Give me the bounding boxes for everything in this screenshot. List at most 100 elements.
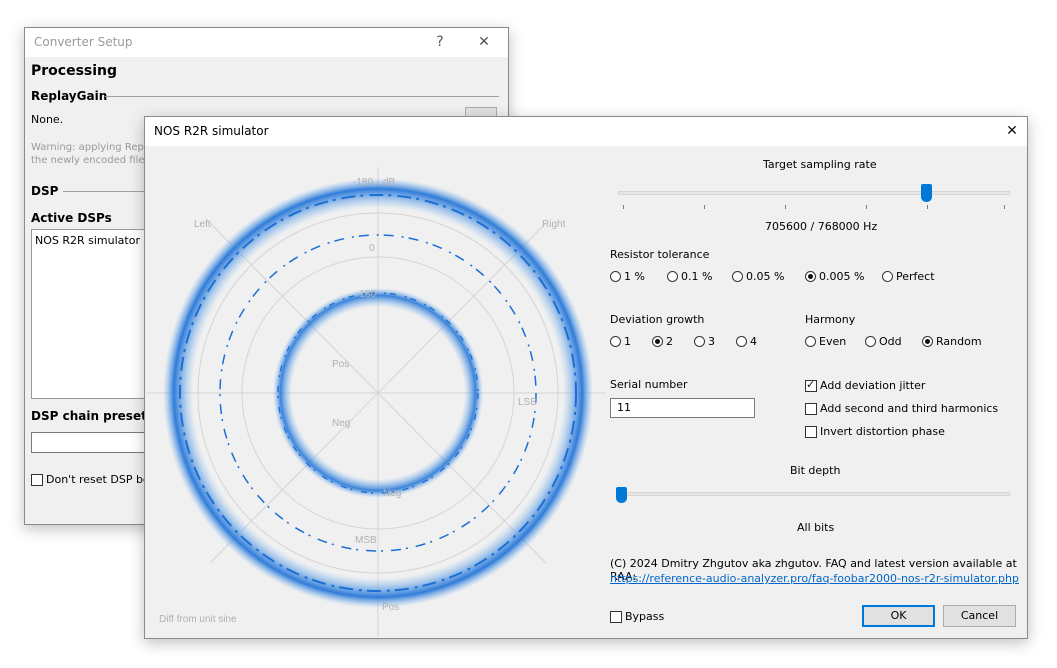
bypass-checkbox[interactable]: Bypass — [610, 610, 664, 623]
deviation-growth-label: Deviation growth — [610, 313, 705, 326]
target-rate-slider-thumb[interactable] — [921, 184, 932, 202]
harmony-option-even[interactable]: Even — [805, 335, 846, 348]
dsp-heading: DSP — [31, 184, 59, 198]
radio-label: 0.1 % — [681, 270, 713, 283]
bit-depth-label: Bit depth — [790, 464, 841, 477]
radio-dot[interactable] — [805, 336, 816, 347]
radio-dot[interactable] — [882, 271, 893, 282]
nos-title: NOS R2R simulator — [154, 124, 269, 138]
target-rate-tick — [1004, 205, 1005, 209]
radio-dot[interactable] — [736, 336, 747, 347]
target-rate-tick — [704, 205, 705, 209]
target-rate-tick — [866, 205, 867, 209]
checkbox-box[interactable] — [805, 402, 817, 415]
harmony-option-odd[interactable]: Odd — [865, 335, 902, 348]
radio-dot[interactable] — [922, 336, 933, 347]
radio-label: 1 — [624, 335, 631, 348]
harmony-option-random[interactable]: Random — [922, 335, 982, 348]
radio-label: 3 — [708, 335, 715, 348]
resistor-option-1[interactable]: 1 % — [610, 270, 645, 283]
plot-label-inner-scale: -180 — [356, 289, 376, 300]
deviation-option-1[interactable]: 1 — [610, 335, 631, 348]
inner-ring-trace — [273, 288, 483, 498]
credit-link[interactable]: https://reference-audio-analyzer.pro/faq… — [610, 572, 1019, 585]
target-rate-label: Target sampling rate — [763, 158, 877, 171]
radio-label: Even — [819, 335, 847, 348]
target-rate-tick — [785, 205, 786, 209]
dsp-chain-presets-label: DSP chain presets — [31, 409, 154, 423]
radio-label: 2 — [666, 335, 673, 348]
radio-label: 0.05 % — [746, 270, 785, 283]
radio-dot[interactable] — [805, 271, 816, 282]
converter-setup-titlebar: Converter Setup ? ✕ — [25, 28, 508, 57]
resistor-option-3[interactable]: 0.05 % — [732, 270, 784, 283]
checkbox-label: Add deviation jitter — [820, 379, 926, 392]
resistor-option-2[interactable]: 0.1 % — [667, 270, 712, 283]
checkbox-label: Invert distortion phase — [820, 425, 945, 438]
nos-r2r-dialog: NOS R2R simulator ✕ -180 dB Left Right 0… — [144, 116, 1028, 639]
checkbox-box[interactable] — [805, 378, 817, 392]
close-icon[interactable]: ✕ — [1001, 121, 1023, 141]
help-button[interactable]: ? — [429, 32, 451, 52]
radio-dot[interactable] — [610, 336, 621, 347]
warning-line-2: the newly encoded file, — [31, 155, 148, 166]
deviation-option-3[interactable]: 3 — [694, 335, 715, 348]
add-harmonics-checkbox[interactable]: Add second and third harmonics — [805, 402, 998, 415]
radio-label: Perfect — [896, 270, 935, 283]
nos-titlebar: NOS R2R simulator ✕ — [145, 117, 1027, 146]
target-rate-tick — [927, 205, 928, 209]
resistor-tolerance-label: Resistor tolerance — [610, 248, 710, 261]
radio-label: 1 % — [624, 270, 645, 283]
radio-dot[interactable] — [865, 336, 876, 347]
converter-setup-title: Converter Setup — [34, 35, 133, 49]
processing-heading: Processing — [31, 63, 118, 79]
radio-dot[interactable] — [610, 271, 621, 282]
radio-label: Odd — [879, 335, 902, 348]
invert-distortion-phase-checkbox[interactable]: Invert distortion phase — [805, 425, 945, 438]
plot-label-neg-upper: Neg — [332, 418, 350, 429]
serial-number-label: Serial number — [610, 378, 688, 391]
deviation-option-2[interactable]: 2 — [652, 335, 673, 348]
deviation-option-4[interactable]: 4 — [736, 335, 757, 348]
dont-reset-box[interactable] — [31, 473, 43, 486]
checkbox-label: Bypass — [625, 610, 665, 623]
radio-dot[interactable] — [732, 271, 743, 282]
plot-label-top-scale: -180 — [353, 177, 373, 188]
plot-label-left: Left — [194, 219, 211, 230]
plot-label-right: Right — [542, 219, 566, 230]
close-icon[interactable]: ✕ — [473, 32, 495, 52]
warning-line-1: Warning: applying Replay — [31, 142, 159, 153]
replaygain-divider — [105, 96, 499, 97]
ok-button[interactable]: OK — [862, 605, 935, 627]
checkbox-box[interactable] — [805, 425, 817, 438]
plot-caption: Diff from unit sine — [159, 614, 237, 625]
bit-depth-value: All bits — [797, 521, 835, 534]
radio-label: 0.005 % — [819, 270, 865, 283]
replaygain-value: None. — [31, 113, 64, 126]
target-rate-tick — [623, 205, 624, 209]
distortion-plot: -180 dB Left Right 0 -180 Pos Neg LSB Ne… — [146, 167, 606, 637]
radio-dot[interactable] — [694, 336, 705, 347]
cancel-button[interactable]: Cancel — [943, 605, 1016, 627]
bit-depth-track[interactable] — [618, 492, 1010, 496]
bit-depth-slider-thumb[interactable] — [616, 487, 627, 503]
target-rate-value: 705600 / 768000 Hz — [765, 220, 878, 233]
radio-dot[interactable] — [667, 271, 678, 282]
checkbox-box[interactable] — [610, 610, 622, 623]
serial-number-input[interactable]: 11 — [610, 398, 755, 418]
checkbox-label: Add second and third harmonics — [820, 402, 999, 415]
plot-label-neg-lower: Neg — [383, 488, 401, 499]
radio-label: Random — [936, 335, 982, 348]
target-rate-track[interactable] — [618, 191, 1010, 195]
plot-label-msb: MSB — [355, 535, 377, 546]
radio-dot[interactable] — [652, 336, 663, 347]
replaygain-heading: ReplayGain — [31, 89, 108, 103]
radio-label: 4 — [750, 335, 757, 348]
add-deviation-jitter-checkbox[interactable]: Add deviation jitter — [805, 378, 926, 392]
resistor-option-4[interactable]: 0.005 % — [805, 270, 864, 283]
resistor-option-5[interactable]: Perfect — [882, 270, 935, 283]
active-dsps-label: Active DSPs — [31, 211, 112, 225]
plot-label-zero: 0 — [369, 243, 375, 254]
plot-label-db: dB — [383, 177, 396, 188]
plot-label-pos-lower: Pos — [382, 602, 399, 613]
